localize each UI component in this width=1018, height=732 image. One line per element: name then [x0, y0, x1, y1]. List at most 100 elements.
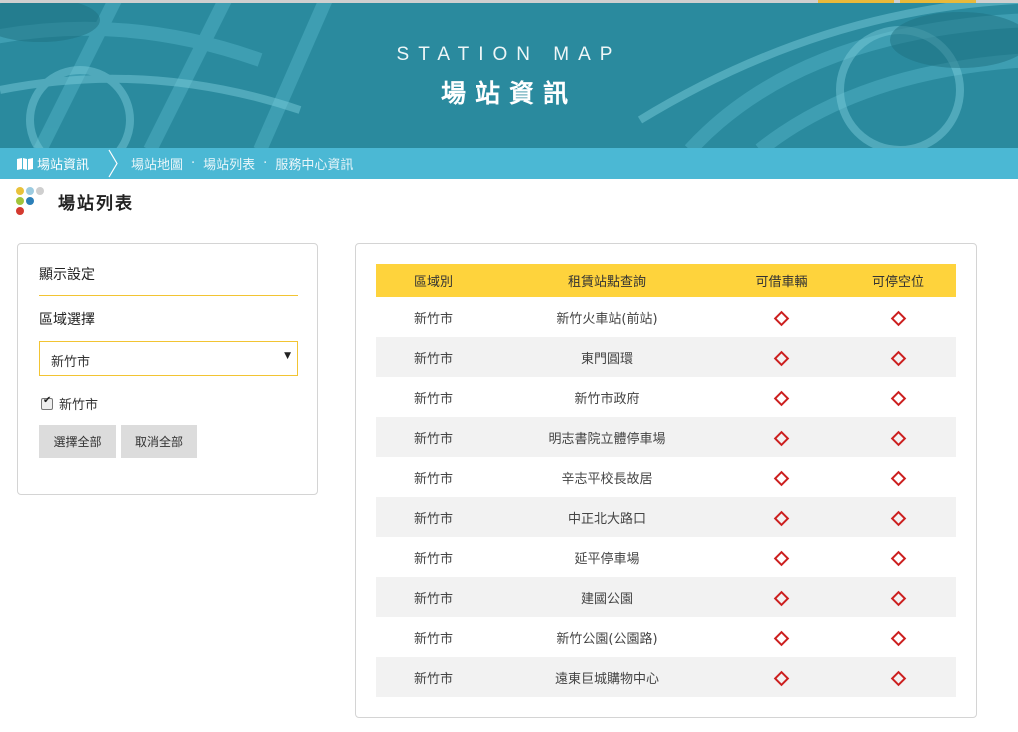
hero-title-zh: 場站資訊	[440, 79, 577, 108]
cell-area: 新竹市	[413, 471, 453, 487]
cell-available-bikes	[723, 337, 840, 377]
region-checkbox-label: 新竹市	[59, 398, 99, 413]
hero-title-en: STATION MAP	[396, 44, 622, 65]
divider	[39, 295, 298, 296]
cell-empty-slots	[840, 457, 956, 497]
red-diamond-icon	[773, 470, 790, 486]
table-row[interactable]: 新竹市 明志書院立體停車場	[376, 417, 956, 457]
table-row[interactable]: 新竹市 中正北大路口	[376, 497, 956, 537]
table-row[interactable]: 新竹市 新竹市政府	[376, 377, 956, 417]
header-available-bikes: 可借車輛	[723, 264, 840, 297]
red-diamond-icon	[773, 310, 790, 326]
chevron-right-icon	[108, 149, 118, 178]
region-checkbox[interactable]: ✔	[41, 394, 53, 410]
breadcrumb-current-label: 場站資訊	[37, 158, 90, 173]
cell-available-bikes	[723, 377, 840, 417]
cell-available-bikes	[723, 417, 840, 457]
header-station-query[interactable]: 租賃站點查詢	[491, 264, 723, 297]
cell-empty-slots	[840, 577, 956, 617]
dots-logo-icon	[16, 185, 48, 217]
cell-empty-slots	[840, 617, 956, 657]
region-checkbox-row[interactable]: ✔ 新竹市	[41, 394, 98, 413]
cell-station-name: 東門圓環	[491, 337, 723, 377]
cell-station-name: 新竹火車站(前站)	[556, 311, 658, 327]
cell-empty-slots	[840, 337, 956, 377]
cell-station-name: 新竹公園(公園路)	[556, 631, 658, 647]
breadcrumb-links: 場站地圖 · 場站列表 · 服務中心資訊	[131, 148, 353, 179]
red-diamond-icon	[890, 430, 906, 446]
table-row[interactable]: 新竹市 辛志平校長故居	[376, 457, 956, 497]
cell-station-name: 延平停車場	[574, 551, 640, 567]
red-diamond-icon	[890, 310, 906, 326]
table-row[interactable]: 新竹市 新竹公園(公園路)	[376, 617, 956, 657]
page-title: 場站列表	[58, 193, 134, 214]
red-diamond-icon	[890, 670, 906, 686]
top-accent-bar	[818, 0, 894, 3]
red-diamond-icon	[890, 590, 906, 606]
red-diamond-icon	[890, 550, 906, 566]
breadcrumb-current[interactable]: 場站資訊	[17, 148, 89, 179]
red-diamond-icon	[773, 590, 790, 606]
red-diamond-icon	[890, 470, 906, 486]
region-select-label: 區域選擇	[39, 312, 95, 328]
cell-empty-slots	[840, 657, 956, 697]
red-diamond-icon	[890, 350, 906, 366]
cell-area: 新竹市	[413, 311, 453, 327]
cell-station-name: 建國公園	[491, 577, 723, 617]
cell-area: 新竹市	[413, 551, 453, 567]
cell-empty-slots	[840, 537, 956, 577]
red-diamond-icon	[773, 430, 790, 446]
table-row[interactable]: 新竹市 遠東巨城購物中心	[376, 657, 956, 697]
deselect-all-button[interactable]: 取消全部	[121, 425, 197, 458]
hero-banner: STATION MAP 場站資訊	[0, 0, 1018, 148]
table-row[interactable]: 新竹市 東門圓環	[376, 337, 956, 377]
nav-separator: ·	[191, 156, 196, 171]
cell-area: 新竹市	[413, 631, 453, 647]
select-all-button[interactable]: 選擇全部	[39, 425, 116, 458]
cell-station-name: 遠東巨城購物中心	[491, 657, 723, 697]
red-diamond-icon	[773, 550, 790, 566]
cell-available-bikes	[723, 617, 840, 657]
red-diamond-icon	[773, 630, 790, 646]
cell-area: 新竹市	[413, 391, 453, 407]
cell-empty-slots	[840, 297, 956, 337]
red-diamond-icon	[773, 390, 790, 406]
cell-available-bikes	[723, 497, 840, 537]
nav-link-station-map[interactable]: 場站地圖	[131, 154, 183, 173]
nav-link-service-center[interactable]: 服務中心資訊	[275, 154, 353, 173]
cell-available-bikes	[723, 457, 840, 497]
hero-title: STATION MAP 場站資訊	[0, 44, 1018, 110]
cell-area: 新竹市	[376, 577, 491, 617]
station-table-panel: 區域別 租賃站點查詢 可借車輛 可停空位 新竹市 新竹火車站(前站) 新竹市 東門圓環…	[355, 243, 977, 718]
cell-empty-slots	[840, 417, 956, 457]
cell-area: 新竹市	[376, 497, 491, 537]
caret-down-icon: ▼	[284, 351, 291, 361]
checkmark-icon: ✔	[43, 394, 52, 406]
cell-area: 新竹市	[376, 417, 491, 457]
header-area: 區域別	[376, 264, 491, 297]
cell-available-bikes	[723, 577, 840, 617]
station-table: 區域別 租賃站點查詢 可借車輛 可停空位 新竹市 新竹火車站(前站) 新竹市 東門圓環…	[376, 264, 956, 697]
cell-station-name: 新竹市政府	[574, 391, 640, 407]
red-diamond-icon	[773, 670, 790, 686]
table-row[interactable]: 新竹市 新竹火車站(前站)	[376, 297, 956, 337]
red-diamond-icon	[773, 350, 790, 366]
table-row[interactable]: 新竹市 建國公園	[376, 577, 956, 617]
region-select[interactable]: 新竹市 ▼	[39, 341, 298, 376]
red-diamond-icon	[773, 510, 790, 526]
settings-title: 顯示設定	[39, 267, 95, 283]
table-header-row: 區域別 租賃站點查詢 可借車輛 可停空位	[376, 264, 956, 297]
red-diamond-icon	[890, 390, 906, 406]
cell-available-bikes	[723, 537, 840, 577]
nav-link-station-list[interactable]: 場站列表	[203, 154, 255, 173]
display-settings-panel: 顯示設定 區域選擇 新竹市 ▼ ✔ 新竹市 選擇全部 取消全部	[17, 243, 318, 495]
table-row[interactable]: 新竹市 延平停車場	[376, 537, 956, 577]
breadcrumb: 場站資訊 場站地圖 · 場站列表 · 服務中心資訊	[0, 148, 1018, 179]
cell-station-name: 辛志平校長故居	[561, 471, 653, 487]
red-diamond-icon	[890, 630, 906, 646]
cell-area: 新竹市	[376, 657, 491, 697]
cell-empty-slots	[840, 377, 956, 417]
top-accent-bar	[900, 0, 976, 3]
region-select-value: 新竹市	[51, 355, 91, 370]
nav-separator: ·	[263, 156, 268, 171]
